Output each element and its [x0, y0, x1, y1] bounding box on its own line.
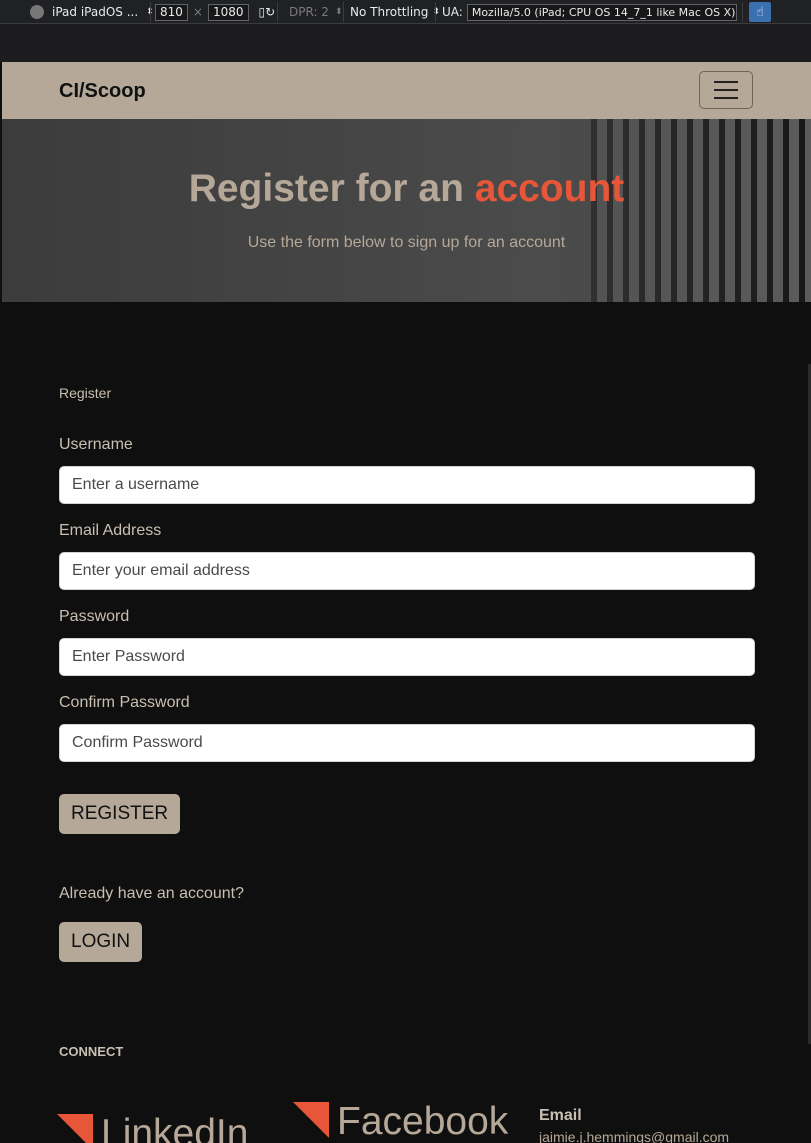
page-title: Register for an account — [2, 167, 811, 211]
hand-pointer-icon: ☝ — [756, 4, 764, 20]
chevron-updown-icon: ⬍ — [432, 7, 440, 17]
hamburger-line — [714, 89, 738, 91]
linkedin-link[interactable]: LinkedIn — [57, 1114, 248, 1143]
connect-heading: CONNECT — [59, 1044, 124, 1059]
chevron-updown-icon: ⬍ — [334, 7, 343, 17]
linkedin-label: LinkedIn — [101, 1112, 249, 1143]
throttling-label: No Throttling — [350, 5, 429, 19]
email-label: Email Address — [59, 522, 162, 539]
login-prompt: Already have an account? — [59, 885, 245, 902]
ua-label: UA: — [442, 5, 463, 19]
dpr-selector[interactable]: DPR: 2 ⬍ — [289, 3, 342, 21]
title-accent: account — [474, 167, 625, 210]
password-input[interactable] — [59, 638, 755, 676]
register-button[interactable]: REGISTER — [59, 794, 181, 834]
email-contact: Email jaimie.j.hemmings@gmail.com — [539, 1107, 729, 1143]
page-subtitle: Use the form below to sign up for an acc… — [247, 234, 566, 251]
menu-toggle-button[interactable] — [699, 71, 753, 109]
height-input[interactable]: 1080 — [207, 3, 249, 21]
touch-mode-button[interactable]: ☝ — [749, 2, 771, 22]
confirm-password-input[interactable] — [59, 724, 755, 762]
throttling-selector[interactable]: No Throttling ⬍ — [350, 3, 440, 21]
dpr-label: DPR: 2 — [289, 5, 329, 19]
username-input[interactable] — [59, 466, 755, 504]
device-icon — [30, 5, 44, 19]
rotate-icon[interactable]: ▯↻ — [259, 5, 276, 19]
login-button[interactable]: LOGIN — [59, 922, 143, 962]
times-symbol: × — [192, 5, 203, 19]
email-contact-link[interactable]: jaimie.j.hemmings@gmail.com — [539, 1129, 729, 1143]
form-heading: Register — [59, 385, 112, 401]
email-input[interactable] — [59, 552, 755, 590]
confirm-password-label: Confirm Password — [59, 694, 190, 711]
brand-logo-link[interactable]: CI/Scoop — [59, 80, 146, 103]
devtools-toolbar: iPad iPadOS ... ⬍ 810 × 1080 ▯↻ DPR: 2 ⬍… — [0, 0, 811, 24]
username-label: Username — [59, 436, 133, 453]
hamburger-line — [714, 81, 738, 83]
width-input[interactable]: 810 — [155, 3, 188, 21]
hamburger-line — [714, 97, 738, 99]
email-contact-label: Email — [539, 1107, 582, 1124]
devtools-spacer — [0, 24, 811, 62]
device-name: iPad iPadOS ... — [52, 5, 139, 19]
navbar: CI/Scoop — [2, 62, 811, 119]
title-main: Register for an — [188, 167, 475, 210]
page-viewport: CI/Scoop Register for an account Use the… — [2, 62, 811, 1143]
facebook-label: Facebook — [337, 1100, 509, 1143]
device-selector[interactable]: iPad iPadOS ... ⬍ — [30, 3, 154, 21]
facebook-icon — [293, 1102, 329, 1138]
facebook-link[interactable]: Facebook — [293, 1102, 508, 1141]
user-agent-input[interactable]: Mozilla/5.0 (iPad; CPU OS 14_7_1 like Ma… — [466, 3, 737, 21]
linkedin-icon — [57, 1114, 93, 1143]
password-label: Password — [59, 608, 130, 625]
hero-banner: Register for an account Use the form bel… — [2, 119, 811, 302]
